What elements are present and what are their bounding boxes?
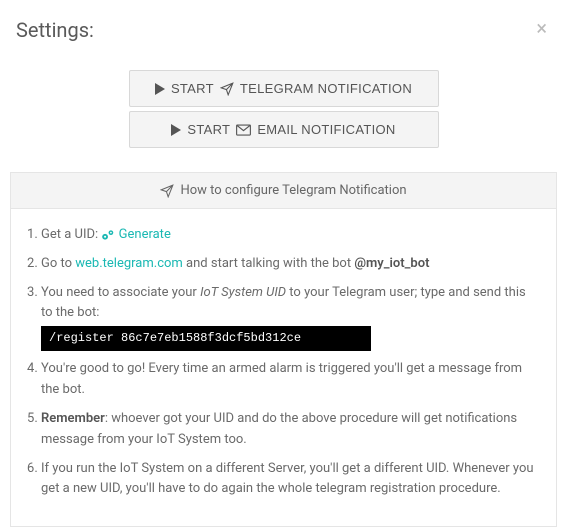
panel-title: How to configure Telegram Notification (180, 183, 406, 198)
page-title: Settings: (16, 18, 94, 42)
web-telegram-link[interactable]: web.telegram.com (75, 256, 183, 271)
list-item: You need to associate your IoT System UI… (41, 283, 540, 352)
panel-header: How to configure Telegram Notification (11, 173, 556, 209)
play-icon (171, 124, 181, 136)
register-command: /register 86c7e7eb1588f3dcf5bd312ce (41, 326, 371, 351)
list-item: If you run the IoT System on a different… (41, 459, 540, 501)
list-item: Remember: whoever got your UID and do th… (41, 409, 540, 451)
step-text: If you run the IoT System on a different… (41, 461, 534, 497)
step-text: You need to associate your (41, 285, 200, 300)
email-label: EMAIL NOTIFICATION (257, 122, 395, 137)
list-item: Get a UID: Generate (41, 225, 540, 246)
start-telegram-button[interactable]: START TELEGRAM NOTIFICATION (129, 70, 439, 107)
iot-uid-label: IoT System UID (200, 285, 286, 300)
step-text: Get a UID: (41, 227, 101, 242)
gears-icon (101, 227, 115, 242)
start-email-button[interactable]: START EMAIL NOTIFICATION (129, 111, 439, 148)
config-panel: How to configure Telegram Notification G… (10, 172, 557, 527)
paper-plane-icon (160, 184, 174, 198)
start-label: START (187, 122, 230, 137)
start-label: START (171, 81, 214, 96)
generate-link[interactable]: Generate (119, 227, 171, 242)
bot-name: @my_iot_bot (354, 256, 429, 271)
step-text: and start talking with the bot (183, 256, 355, 271)
step-text: Go to (41, 256, 75, 271)
paper-plane-icon (220, 82, 234, 96)
telegram-label: TELEGRAM NOTIFICATION (240, 81, 412, 96)
remember-label: Remember (41, 411, 105, 426)
envelope-icon (236, 124, 251, 136)
play-icon (155, 83, 165, 95)
list-item: You're good to go! Every time an armed a… (41, 359, 540, 401)
step-text: You're good to go! Every time an armed a… (41, 361, 522, 397)
close-icon[interactable]: × (536, 18, 551, 38)
list-item: Go to web.telegram.com and start talking… (41, 254, 540, 275)
step-text: : whoever got your UID and do the above … (41, 411, 517, 447)
